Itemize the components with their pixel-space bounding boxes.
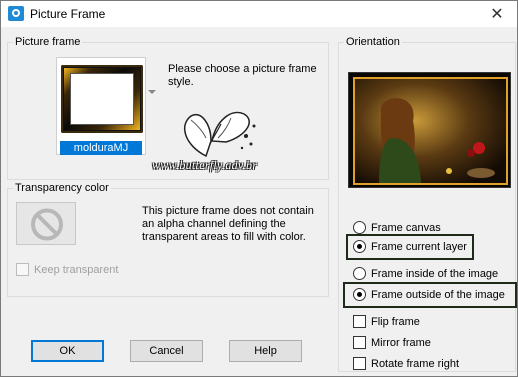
label-frame-outside: Frame outside of the image [371, 288, 505, 301]
picture-frame-group-label: Picture frame [13, 36, 83, 48]
label-frame-canvas: Frame canvas [371, 221, 441, 234]
option-frame-inside[interactable]: Frame inside of the image [353, 267, 498, 280]
option-rotate-frame-right[interactable]: Rotate frame right [353, 357, 459, 370]
radio-frame-canvas [353, 221, 366, 234]
transparency-group-label: Transparency color [13, 182, 111, 194]
radio-frame-current-layer [353, 240, 366, 253]
radio-frame-inside [353, 267, 366, 280]
window-title: Picture Frame [30, 7, 106, 21]
option-frame-outside[interactable]: Frame outside of the image [353, 288, 505, 301]
picture-frame-dialog: Picture Frame ✕ Picture frame molduraMJ … [0, 0, 518, 377]
ok-button[interactable]: OK [31, 340, 104, 362]
help-button[interactable]: Help [229, 340, 302, 362]
keep-transparent-checkbox[interactable]: Keep transparent [16, 263, 118, 276]
option-frame-current-layer[interactable]: Frame current layer [353, 240, 467, 253]
selected-frame-name: molduraMJ [60, 141, 142, 155]
label-frame-inside: Frame inside of the image [371, 267, 499, 280]
title-bar: Picture Frame ✕ [1, 1, 517, 27]
checkbox-mirror-frame [353, 336, 366, 349]
label-rotate-frame-right: Rotate frame right [371, 357, 460, 370]
close-button[interactable]: ✕ [483, 3, 511, 25]
checkbox-rotate-frame-right [353, 357, 366, 370]
radio-frame-outside [353, 288, 366, 301]
option-mirror-frame[interactable]: Mirror frame [353, 336, 431, 349]
keep-transparent-label: Keep transparent [34, 263, 119, 276]
transparency-info: This picture frame does not contain an a… [142, 205, 314, 243]
preview-image [349, 73, 510, 187]
label-mirror-frame: Mirror frame [371, 336, 431, 349]
butterfly-logo [184, 111, 256, 158]
no-symbol-icon [31, 208, 63, 241]
frame-thumbnail [61, 65, 143, 133]
camera-icon [8, 6, 24, 21]
option-frame-canvas[interactable]: Frame canvas [353, 221, 441, 234]
label-frame-current-layer: Frame current layer [371, 240, 467, 253]
label-flip-frame: Flip frame [371, 315, 420, 328]
checkbox-box [16, 263, 29, 276]
chevron-down-icon[interactable] [148, 90, 156, 94]
watermark-text: www.butterfly.adv.br [152, 158, 258, 172]
checkbox-flip-frame [353, 315, 366, 328]
frame-prompt: Please choose a picture frame style. [168, 63, 317, 88]
cancel-button[interactable]: Cancel [130, 340, 203, 362]
option-flip-frame[interactable]: Flip frame [353, 315, 420, 328]
frame-preview [348, 72, 511, 188]
transparency-color-swatch[interactable] [16, 202, 76, 245]
orientation-group-label: Orientation [344, 36, 402, 48]
